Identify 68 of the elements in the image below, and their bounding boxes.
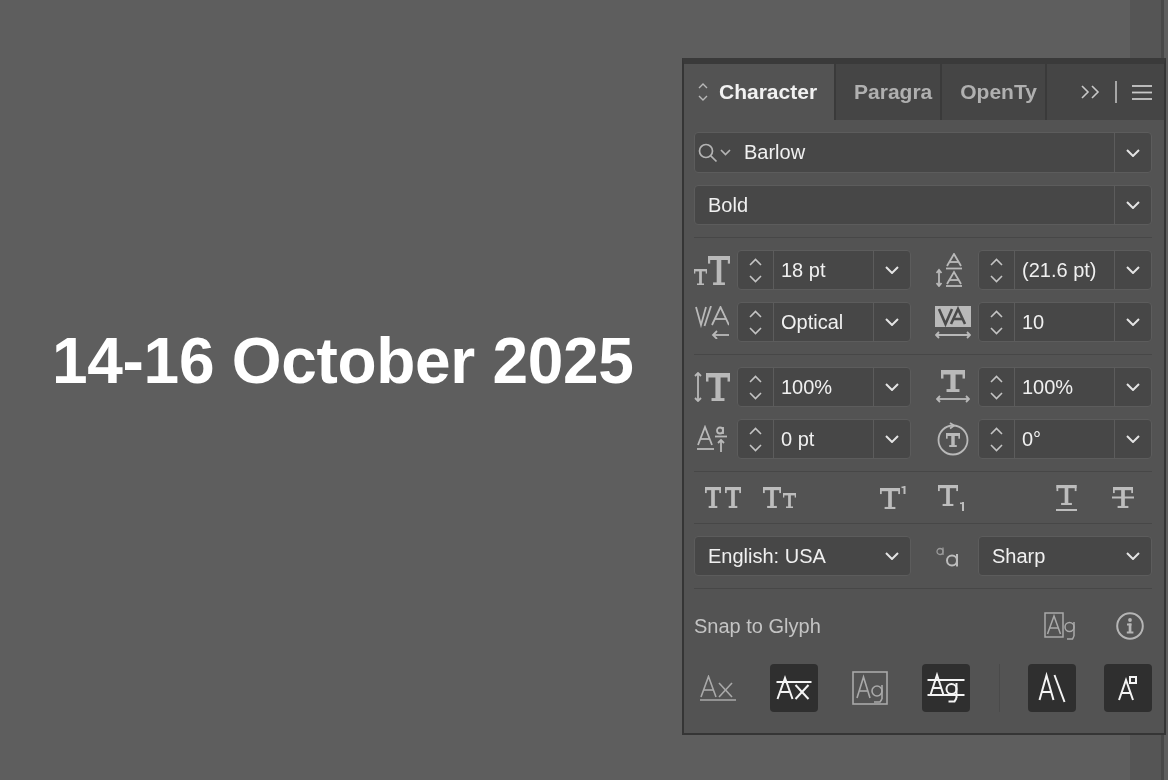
chevron-up-icon[interactable]: [749, 426, 762, 435]
chevron-down-icon[interactable]: [990, 326, 1003, 335]
artboard-heading: 14-16 October 2025: [52, 329, 634, 393]
t-superscript-icon[interactable]: [880, 486, 909, 509]
chevron-down-icon[interactable]: [1126, 552, 1140, 560]
chevron-down-icon[interactable]: [749, 274, 762, 283]
font-style-field[interactable]: Bold: [694, 185, 1152, 225]
chevron-down-icon[interactable]: [1126, 266, 1140, 274]
chevron-down-icon[interactable]: [749, 391, 762, 400]
antialiasing-dropdown[interactable]: Sharp: [978, 536, 1152, 576]
boxed-ag-icon[interactable]: [852, 671, 889, 705]
chevron-down-icon[interactable]: [885, 383, 899, 391]
chevron-down-icon[interactable]: [885, 435, 899, 443]
chevron-down-icon[interactable]: [885, 318, 899, 326]
v-slash-a-icon: [695, 305, 729, 339]
struck-t-icon[interactable]: [1112, 487, 1135, 508]
info-icon[interactable]: [1116, 612, 1144, 640]
number-combo-box[interactable]: 18 pt: [737, 250, 911, 290]
number-combo-box[interactable]: 0°: [978, 419, 1152, 459]
chevron-up-icon[interactable]: [990, 374, 1003, 383]
boxed-va-icon: [935, 305, 971, 339]
number-combo-box[interactable]: Optical: [737, 302, 911, 342]
chevron-down-icon[interactable]: [1126, 435, 1140, 443]
search-icon[interactable]: [698, 142, 732, 163]
chevron-up-icon[interactable]: [749, 309, 762, 318]
chevron-down-icon[interactable]: [990, 443, 1003, 452]
t-subscript-icon[interactable]: [938, 484, 966, 511]
chevron-down-icon[interactable]: [1126, 318, 1140, 326]
chevron-down-icon[interactable]: [749, 443, 762, 452]
t-small-t-icon[interactable]: [763, 487, 797, 508]
boxed-ag-icon[interactable]: [1044, 612, 1077, 640]
double-chevron-icon[interactable]: [1081, 85, 1100, 99]
number-combo-box[interactable]: 10: [978, 302, 1152, 342]
chevron-up-icon[interactable]: [990, 426, 1003, 435]
struck-ax-icon[interactable]: [770, 664, 819, 712]
chevron-down-icon[interactable]: [990, 391, 1003, 400]
chevron-down-icon[interactable]: [749, 326, 762, 335]
small-big-t-icon: [694, 255, 730, 285]
menu-icon[interactable]: [1132, 84, 1152, 100]
chevron-up-icon[interactable]: [749, 257, 762, 266]
language-dropdown[interactable]: English: USA: [694, 536, 911, 576]
chevron-down-icon[interactable]: [1126, 201, 1140, 209]
two-t-icon[interactable]: [704, 487, 741, 508]
circled-t-icon: [936, 422, 970, 456]
chevron-up-icon[interactable]: [990, 257, 1003, 266]
number-combo-box[interactable]: 100%: [978, 367, 1152, 407]
number-combo-box[interactable]: 100%: [737, 367, 911, 407]
underlined-ax-icon[interactable]: [700, 675, 736, 701]
up-down-chevron-icon[interactable]: [698, 83, 708, 101]
a-slash-icon[interactable]: [1027, 664, 1076, 712]
chevron-down-icon[interactable]: [885, 266, 899, 274]
chevron-down-icon[interactable]: [1126, 148, 1140, 157]
font-family-field[interactable]: Barlow: [694, 132, 1152, 173]
chevron-down-icon[interactable]: [1126, 383, 1140, 391]
section-label: Snap to Glyph: [694, 614, 821, 638]
number-combo-box[interactable]: (21.6 pt): [978, 250, 1152, 290]
chevron-down-icon[interactable]: [990, 274, 1003, 283]
arrow-t-icon: [694, 372, 730, 402]
number-combo-box[interactable]: 0 pt: [737, 419, 911, 459]
chevron-up-icon[interactable]: [990, 309, 1003, 318]
underlined-t-icon[interactable]: [1055, 484, 1077, 511]
a-raised-a-icon: [696, 425, 728, 453]
t-arrow-icon: [936, 370, 970, 404]
lined-ag-icon[interactable]: [922, 664, 971, 712]
a-square-icon[interactable]: [1103, 664, 1152, 712]
tab[interactable]: Character: [684, 64, 837, 120]
chevron-up-icon[interactable]: [749, 374, 762, 383]
chevron-down-icon[interactable]: [885, 552, 899, 560]
